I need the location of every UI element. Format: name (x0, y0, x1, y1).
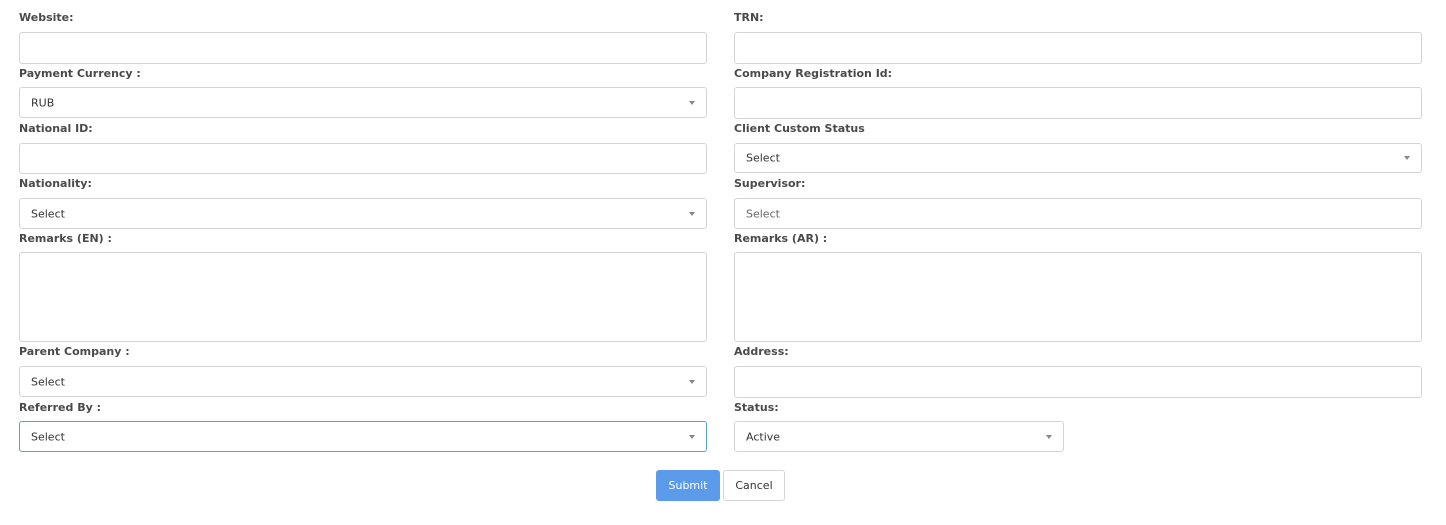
supervisor-label: Supervisor: (734, 177, 806, 190)
status-select[interactable]: Active (734, 421, 1064, 452)
caret-down-icon (1046, 434, 1052, 439)
client-custom-status-select[interactable]: Select (734, 143, 1422, 173)
address-input[interactable] (734, 366, 1422, 398)
status-value: Active (746, 430, 781, 443)
supervisor-select[interactable]: Select (734, 198, 1422, 229)
nationality-value: Select (31, 207, 65, 220)
caret-down-icon (689, 379, 695, 384)
caret-down-icon (689, 100, 695, 105)
submit-button[interactable]: Submit (656, 470, 720, 501)
payment-currency-label: Payment Currency : (19, 67, 141, 80)
website-label: Website: (19, 11, 74, 24)
caret-down-icon (689, 434, 695, 439)
caret-down-icon (689, 211, 695, 216)
website-input[interactable] (19, 32, 707, 64)
national-id-input[interactable] (19, 143, 707, 174)
nationality-label: Nationality: (19, 177, 92, 190)
remarks-en-textarea[interactable] (19, 252, 707, 342)
supervisor-placeholder: Select (746, 207, 780, 220)
trn-input[interactable] (734, 32, 1422, 64)
address-label: Address: (734, 345, 789, 358)
company-registration-id-label: Company Registration Id: (734, 67, 893, 80)
parent-company-value: Select (31, 375, 65, 388)
status-label: Status: (734, 401, 779, 414)
parent-company-select[interactable]: Select (19, 366, 707, 397)
caret-down-icon (1404, 156, 1410, 160)
payment-currency-value: RUB (31, 96, 55, 109)
referred-by-value: Select (31, 430, 65, 443)
payment-currency-select[interactable]: RUB (19, 87, 707, 118)
client-custom-status-value: Select (746, 151, 780, 165)
national-id-label: National ID: (19, 122, 93, 135)
referred-by-label: Referred By : (19, 401, 101, 414)
parent-company-label: Parent Company : (19, 345, 130, 358)
remarks-en-label: Remarks (EN) : (19, 232, 112, 245)
nationality-select[interactable]: Select (19, 198, 707, 229)
referred-by-select[interactable]: Select (19, 421, 707, 452)
cancel-button[interactable]: Cancel (723, 470, 785, 501)
trn-label: TRN: (734, 11, 764, 24)
remarks-ar-textarea[interactable] (734, 252, 1422, 342)
company-registration-id-input[interactable] (734, 87, 1422, 119)
client-custom-status-label: Client Custom Status (734, 122, 865, 135)
remarks-ar-label: Remarks (AR) : (734, 232, 828, 245)
